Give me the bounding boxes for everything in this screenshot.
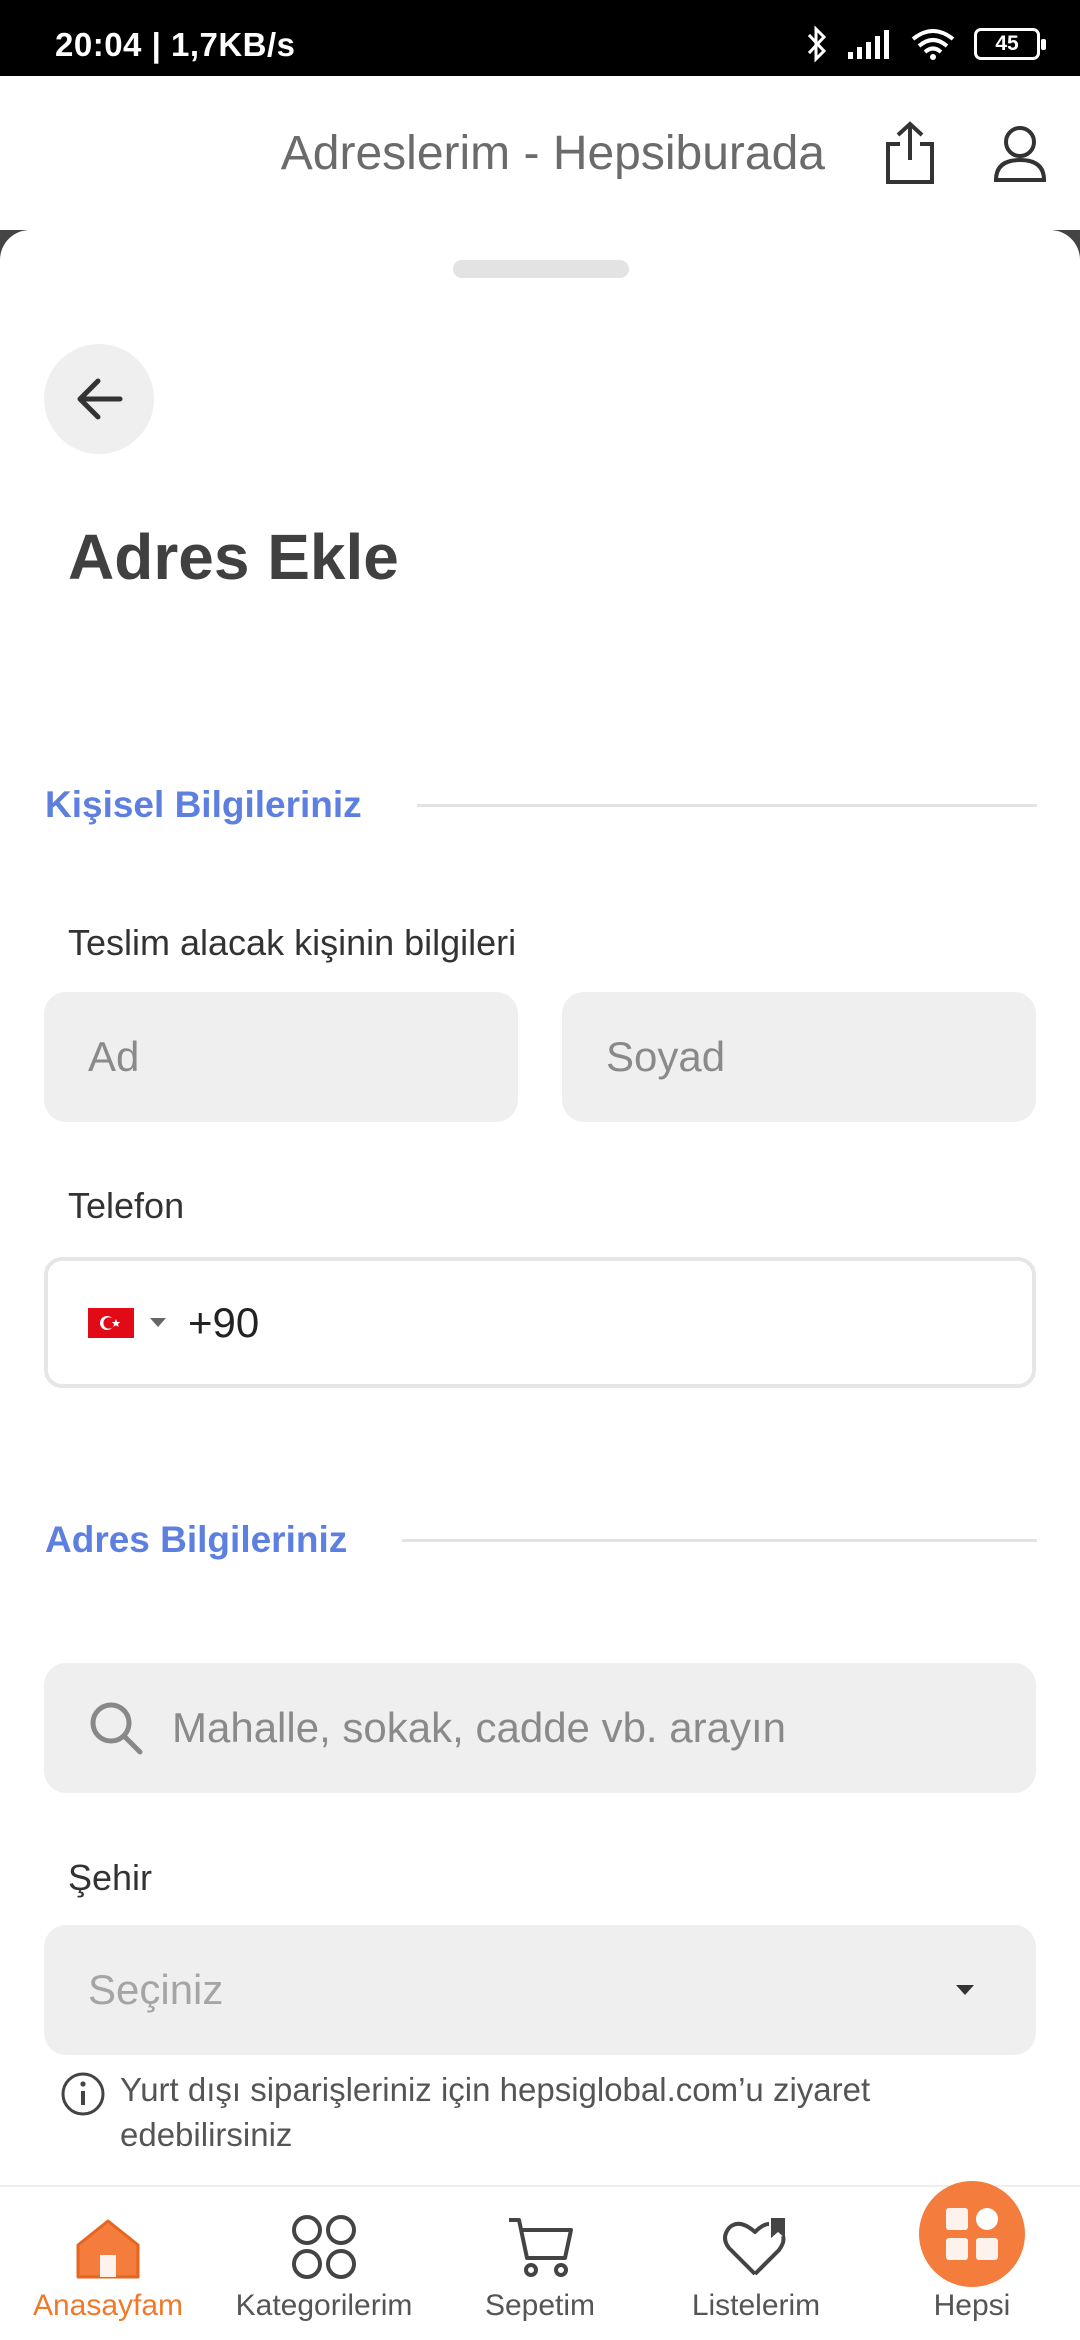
section-divider xyxy=(416,803,1037,807)
status-time: 20:04 | 1,7KB/s xyxy=(55,26,296,63)
info-icon xyxy=(61,2072,105,2116)
nav-item-home[interactable]: Anasayfam xyxy=(0,2187,216,2340)
nav-label-hepsi: Hepsi xyxy=(933,2289,1011,2322)
personal-section-header: Kişisel Bilgileriniz xyxy=(45,780,1037,830)
last-name-input[interactable]: Soyad xyxy=(562,992,1036,1122)
status-bar: 20:04 | 1,7KB/s 45 xyxy=(0,0,1080,76)
chevron-down-icon xyxy=(956,1985,974,1995)
first-name-placeholder: Ad xyxy=(88,1033,140,1080)
nav-label-home: Anasayfam xyxy=(32,2289,184,2322)
recipient-label: Teslim alacak kişinin bilgileri xyxy=(68,922,517,963)
address-section-title: Adres Bilgileriniz xyxy=(45,1519,348,1560)
phone-country-code: +90 xyxy=(188,1298,260,1346)
signal-icon xyxy=(848,30,889,59)
address-search-input[interactable]: Mahalle, sokak, cadde vb. arayın xyxy=(44,1663,1036,1793)
section-divider xyxy=(402,1538,1037,1542)
app-header: Adreslerim - Hepsiburada xyxy=(0,76,1080,230)
battery-level: 45 xyxy=(995,32,1019,55)
header-title: Adreslerim - Hepsiburada xyxy=(280,127,825,180)
page-title: Adres Ekle xyxy=(68,521,399,593)
battery-icon: 45 xyxy=(974,28,1046,60)
first-name-input[interactable]: Ad xyxy=(44,992,518,1122)
info-text[interactable]: Yurt dışı siparişleriniz için hepsigloba… xyxy=(120,2067,990,2157)
nav-label-lists: Listelerim xyxy=(691,2289,821,2322)
phone-label: Telefon xyxy=(68,1185,185,1226)
last-name-placeholder: Soyad xyxy=(606,1033,726,1080)
wifi-icon xyxy=(911,29,955,60)
nav-label-cart: Sepetim xyxy=(484,2289,596,2322)
nav-item-cart[interactable]: Sepetim xyxy=(432,2187,648,2340)
bottom-navigation: Anasayfam Kategorilerim Sepetim Listeler… xyxy=(0,2181,1080,2340)
personal-section-title: Kişisel Bilgileriniz xyxy=(45,784,362,825)
heart-list-icon xyxy=(717,2211,795,2283)
nav-item-lists[interactable]: Listelerim xyxy=(648,2187,864,2340)
sheet-drag-handle[interactable] xyxy=(453,260,629,278)
categories-icon xyxy=(285,2211,363,2283)
user-icon[interactable] xyxy=(990,122,1050,184)
hepsi-icon xyxy=(919,2181,1025,2287)
add-address-sheet: Adres Ekle Kişisel Bilgileriniz Teslim a… xyxy=(0,230,1080,2185)
info-note: Yurt dışı siparişleriniz için hepsigloba… xyxy=(60,2067,990,2157)
arrow-left-icon xyxy=(77,378,123,420)
share-icon[interactable] xyxy=(880,120,940,186)
city-label: Şehir xyxy=(68,1857,153,1898)
home-icon xyxy=(69,2211,147,2283)
nav-label-categories: Kategorilerim xyxy=(235,2289,413,2322)
nav-item-categories[interactable]: Kategorilerim xyxy=(216,2187,432,2340)
city-placeholder: Seçiniz xyxy=(88,1966,224,2013)
bluetooth-icon xyxy=(807,25,827,63)
turkey-flag-icon[interactable] xyxy=(88,1307,134,1338)
country-dropdown-icon[interactable] xyxy=(150,1318,166,1327)
search-placeholder: Mahalle, sokak, cadde vb. arayın xyxy=(172,1704,787,1751)
crescent-star-icon xyxy=(100,1315,121,1330)
back-button[interactable] xyxy=(44,344,154,454)
phone-input[interactable]: +90 xyxy=(44,1257,1036,1388)
status-icons: 45 xyxy=(806,24,1046,64)
city-select[interactable]: Seçiniz xyxy=(44,1925,1036,2055)
nav-item-hepsi[interactable]: Hepsi xyxy=(864,2181,1080,2340)
cart-icon xyxy=(501,2211,579,2283)
search-icon xyxy=(90,1702,143,1755)
address-section-header: Adres Bilgileriniz xyxy=(45,1515,1037,1565)
